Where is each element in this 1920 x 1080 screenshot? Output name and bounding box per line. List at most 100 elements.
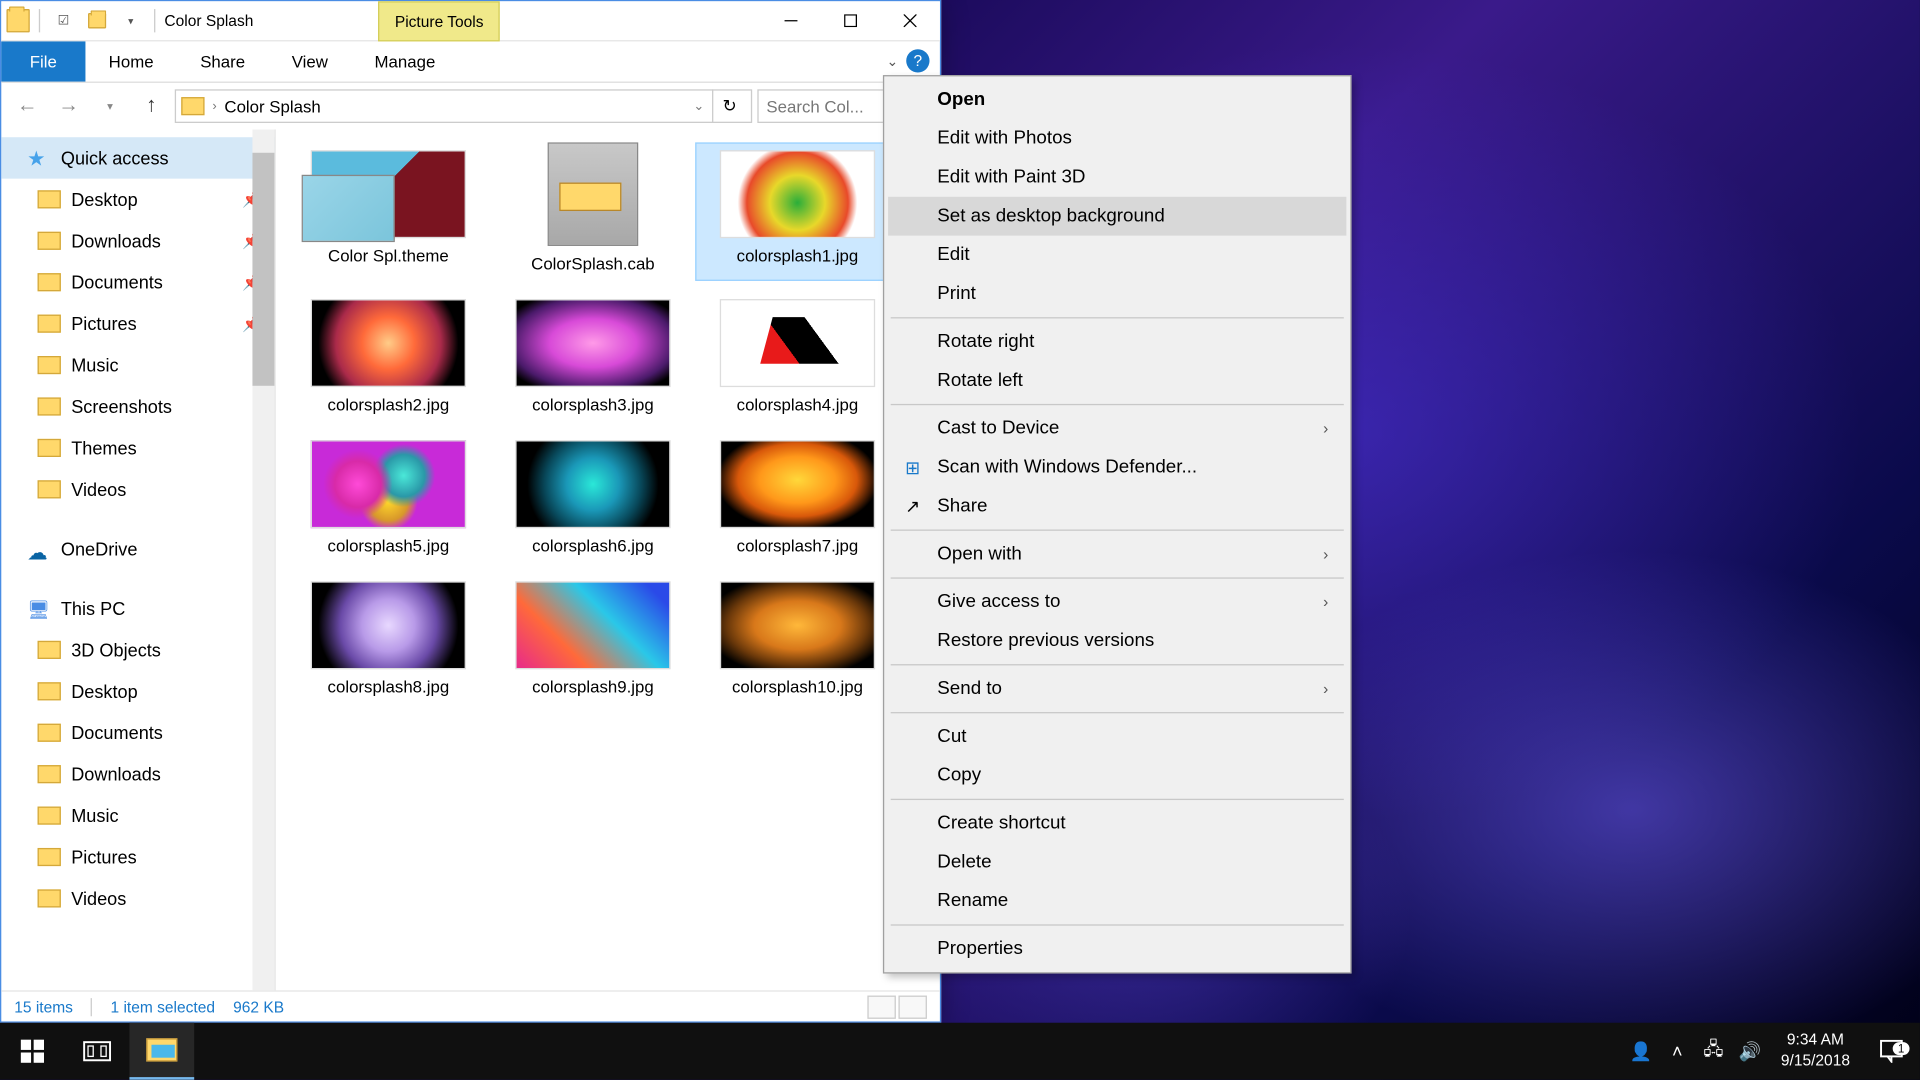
status-selected-size: 962 KB	[233, 997, 284, 1015]
start-button[interactable]	[0, 1023, 65, 1080]
ctx-rotate-right[interactable]: Rotate right	[888, 322, 1346, 361]
address-bar[interactable]: › Color Splash ⌄ ↻	[175, 89, 752, 123]
ctx-create-shortcut[interactable]: Create shortcut	[888, 804, 1346, 843]
nav-desktop[interactable]: Desktop📌	[1, 179, 274, 220]
file-item-image[interactable]: colorsplash10.jpg	[695, 574, 900, 705]
refresh-button[interactable]: ↻	[712, 89, 746, 123]
file-item-image[interactable]: colorsplash7.jpg	[695, 432, 900, 563]
ctx-share[interactable]: ↗Share	[888, 487, 1346, 526]
tab-file[interactable]: File	[1, 41, 85, 81]
system-clock[interactable]: 9:34 AM 9/15/2018	[1768, 1031, 1863, 1071]
ctx-give-access-to[interactable]: Give access to›	[888, 583, 1346, 622]
pc-icon: 🖥	[27, 599, 50, 617]
tray-overflow-icon[interactable]: ˄	[1659, 1023, 1695, 1080]
nav-pc-music[interactable]: Music	[1, 795, 274, 836]
nav-pc-pictures[interactable]: Pictures	[1, 836, 274, 877]
nav-music[interactable]: Music	[1, 344, 274, 385]
ctx-restore-previous-versions[interactable]: Restore previous versions	[888, 621, 1346, 660]
recent-locations-button[interactable]: ▾	[92, 88, 128, 124]
forward-button[interactable]: →	[50, 88, 86, 124]
tab-home[interactable]: Home	[85, 41, 177, 81]
nav-3d-objects[interactable]: 3D Objects	[1, 629, 274, 670]
ctx-scan-defender[interactable]: ⊞Scan with Windows Defender...	[888, 448, 1346, 487]
folder-icon	[38, 439, 61, 457]
thumbnails-view-button[interactable]	[898, 995, 926, 1018]
nav-pc-documents[interactable]: Documents	[1, 712, 274, 753]
file-item-image[interactable]: colorsplash4.jpg	[695, 291, 900, 422]
picture-tools-tab[interactable]: Picture Tools	[378, 1, 500, 41]
file-item-cab[interactable]: ColorSplash.cab	[491, 142, 696, 281]
nav-videos[interactable]: Videos	[1, 469, 274, 510]
tab-share[interactable]: Share	[177, 41, 269, 81]
file-item-image[interactable]: colorsplash5.jpg	[286, 432, 491, 563]
nav-pc-desktop[interactable]: Desktop	[1, 671, 274, 712]
separator	[39, 9, 40, 32]
nav-onedrive[interactable]: ☁OneDrive	[1, 528, 274, 569]
nav-screenshots[interactable]: Screenshots	[1, 386, 274, 427]
close-button[interactable]	[880, 1, 940, 40]
nav-pc-downloads[interactable]: Downloads	[1, 753, 274, 794]
taskbar-file-explorer[interactable]	[129, 1023, 194, 1080]
content-pane[interactable]: Color Spl.theme ColorSplash.cab colorspl…	[276, 129, 940, 990]
chevron-down-icon[interactable]: ⌄	[693, 99, 704, 113]
file-item-image[interactable]: colorsplash3.jpg	[491, 291, 696, 422]
maximize-button[interactable]	[821, 1, 881, 40]
nav-label: This PC	[61, 598, 125, 619]
ctx-send-to[interactable]: Send to›	[888, 669, 1346, 708]
ctx-print[interactable]: Print	[888, 274, 1346, 313]
back-button[interactable]: ←	[9, 88, 45, 124]
ctx-copy[interactable]: Copy	[888, 756, 1346, 795]
nav-pictures[interactable]: Pictures📌	[1, 303, 274, 344]
volume-icon[interactable]: 🔊	[1732, 1023, 1768, 1080]
people-icon[interactable]: 👤	[1623, 1023, 1659, 1080]
nav-downloads[interactable]: Downloads📌	[1, 220, 274, 261]
qat-properties-button[interactable]: ☑	[49, 6, 77, 34]
ctx-cast-to-device[interactable]: Cast to Device›	[888, 409, 1346, 448]
ctx-cut[interactable]: Cut	[888, 717, 1346, 756]
nav-pc-videos[interactable]: Videos	[1, 878, 274, 919]
task-view-button[interactable]	[65, 1023, 130, 1080]
network-icon[interactable]: 🖧	[1695, 1023, 1731, 1080]
nav-this-pc[interactable]: 🖥 This PC	[1, 588, 274, 629]
scrollbar-thumb[interactable]	[252, 153, 274, 386]
ribbon-expand-icon[interactable]: ⌄	[887, 52, 899, 69]
file-item-image[interactable]: colorsplash9.jpg	[491, 574, 696, 705]
up-button[interactable]: ↑	[133, 88, 169, 124]
file-label: colorsplash8.jpg	[328, 677, 450, 696]
ctx-delete[interactable]: Delete	[888, 843, 1346, 882]
action-center-button[interactable]: 1	[1863, 1040, 1920, 1063]
file-item-theme[interactable]: Color Spl.theme	[286, 142, 491, 281]
nav-documents[interactable]: Documents📌	[1, 262, 274, 303]
details-view-button[interactable]	[867, 995, 895, 1018]
separator	[891, 799, 1344, 800]
ctx-edit-photos[interactable]: Edit with Photos	[888, 119, 1346, 158]
nav-themes[interactable]: Themes	[1, 427, 274, 468]
ctx-edit[interactable]: Edit	[888, 236, 1346, 275]
file-item-image[interactable]: colorsplash6.jpg	[491, 432, 696, 563]
chevron-right-icon[interactable]: ›	[212, 99, 216, 113]
tab-view[interactable]: View	[268, 41, 351, 81]
tab-manage[interactable]: Manage	[351, 41, 458, 81]
breadcrumb-segment[interactable]: Color Splash	[224, 96, 320, 115]
ctx-open-with[interactable]: Open with›	[888, 535, 1346, 574]
help-icon[interactable]: ?	[906, 49, 929, 72]
thumbnail	[311, 299, 466, 387]
file-item-image[interactable]: colorsplash1.jpg	[695, 142, 900, 281]
ctx-rotate-left[interactable]: Rotate left	[888, 361, 1346, 400]
file-item-image[interactable]: colorsplash2.jpg	[286, 291, 491, 422]
nav-label: Screenshots	[71, 396, 172, 417]
ctx-open[interactable]: Open	[888, 80, 1346, 119]
file-label: Color Spl.theme	[328, 246, 449, 265]
nav-quick-access[interactable]: ★Quick access	[1, 137, 274, 178]
qat-new-folder-button[interactable]	[83, 6, 111, 34]
ctx-rename[interactable]: Rename	[888, 882, 1346, 921]
ctx-set-desktop-background[interactable]: Set as desktop background	[888, 197, 1346, 236]
separator	[891, 577, 1344, 578]
ctx-properties[interactable]: Properties	[888, 930, 1346, 969]
file-item-image[interactable]: colorsplash8.jpg	[286, 574, 491, 705]
minimize-button[interactable]	[761, 1, 821, 40]
ctx-edit-paint3d[interactable]: Edit with Paint 3D	[888, 158, 1346, 197]
qat-customize-button[interactable]: ▾	[117, 6, 145, 34]
navpane-scrollbar[interactable]	[252, 129, 274, 990]
ctx-label: Scan with Windows Defender...	[937, 457, 1197, 478]
